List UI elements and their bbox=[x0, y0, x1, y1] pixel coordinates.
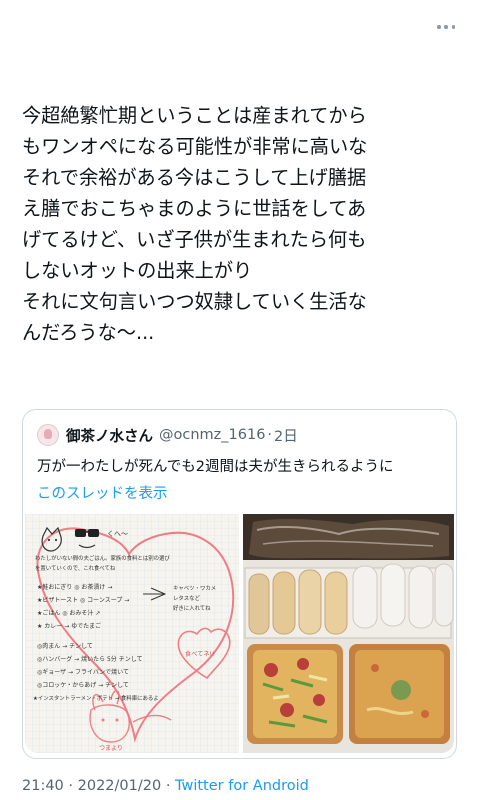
tweet-text-line: もワンオペになる可能性が非常に高いな bbox=[22, 135, 368, 158]
tweet-text-line: んだろうな〜... bbox=[22, 321, 155, 344]
note-item: ◎コロッケ・からあげ → チンして bbox=[37, 681, 129, 689]
tweet-text-line: げてるけど、いざ子供が生まれたら何も bbox=[22, 228, 367, 251]
note-item: ★ピザトースト ◎ コーンスープ → bbox=[37, 597, 129, 604]
note-item: ★インスタントラーメン・ポテト → 食料庫にあるよ bbox=[33, 694, 159, 702]
tweet-text-line: 今超絶繁忙期ということは産まれてから bbox=[22, 104, 367, 127]
quoted-tweet-header: 御茶ノ水さん @ocnmz_1616 · 2日 bbox=[37, 424, 298, 446]
more-dot-icon bbox=[451, 25, 455, 29]
food-image bbox=[243, 514, 454, 753]
tweet-text-line: それに文句言いつつ奴隷していく生活な bbox=[22, 290, 367, 313]
note-item: ★ カレー → ゆでたまご bbox=[37, 622, 101, 630]
more-dot-icon bbox=[444, 25, 448, 29]
tweet-text-line: しないオットの出来上がり bbox=[22, 259, 253, 282]
note-item: ◎ギョーザ → フライパンで焼いて bbox=[37, 668, 129, 676]
pizza-toast-right bbox=[349, 644, 450, 744]
quoted-tweet-text: 万が一わたしが死んでも2週間は夫が生きられるように bbox=[37, 459, 394, 475]
note-item: ◎ハンバーグ → 焼いたら 5分 チンして bbox=[37, 655, 143, 663]
separator: · bbox=[68, 778, 74, 794]
food-photo[interactable] bbox=[243, 514, 454, 753]
tweet-text: 今超絶繁忙期ということは産まれてから もワンオペになる可能性が非常に高いな それ… bbox=[22, 100, 462, 348]
note-intro-line: を置いていくので、これ食べてね bbox=[35, 564, 116, 572]
note-heart-text: 食べてネ!! bbox=[185, 650, 214, 658]
tweet-meta: 21:40 · 2022/01/20 · Twitter for Android bbox=[22, 778, 309, 794]
handwritten-note-image: くへ〜 わたしがいない間の夫ごはん。家族の食料とは別の選び を置いていくので、こ… bbox=[25, 514, 239, 753]
more-dot-icon bbox=[437, 25, 441, 29]
note-side-line: 好きに入れてね bbox=[173, 604, 211, 612]
avatar[interactable] bbox=[37, 424, 59, 446]
note-greeting: くへ〜 bbox=[107, 530, 128, 538]
more-options-button[interactable] bbox=[437, 24, 455, 30]
quoted-author-handle[interactable]: @ocnmz_1616 bbox=[159, 427, 265, 443]
note-item: ★鮭おにぎり ◎ お茶漬け → bbox=[37, 583, 112, 591]
tweet-time: 21:40 bbox=[22, 778, 64, 794]
note-item: ★ごはん ◎ おみそ汁 ↗ bbox=[37, 609, 100, 617]
tweet-text-line: それで余裕がある今はこうして上げ膳据 bbox=[22, 166, 367, 189]
note-side-line: レタスなど bbox=[173, 594, 201, 602]
note-intro-line: わたしがいない間の夫ごはん。家族の食料とは別の選び bbox=[35, 554, 170, 562]
note-item: ◎肉まん → チンして bbox=[37, 642, 93, 650]
quoted-tweet-date: 2日 bbox=[274, 428, 298, 445]
note-side-line: キャベツ・ワカメ bbox=[173, 585, 216, 592]
tweet-date: 2022/01/20 bbox=[77, 778, 162, 794]
separator: · bbox=[267, 427, 273, 443]
note-signature: つまより bbox=[99, 745, 123, 752]
show-thread-link[interactable]: このスレッドを表示 bbox=[37, 482, 168, 503]
handwritten-note-photo[interactable]: くへ〜 わたしがいない間の夫ごはん。家族の食料とは別の選び を置いていくので、こ… bbox=[25, 514, 239, 753]
tweet-source-link[interactable]: Twitter for Android bbox=[175, 778, 309, 794]
tweet-text-line: え膳でおこちゃまのように世話をしてあ bbox=[22, 197, 367, 220]
quoted-tweet-card[interactable]: 御茶ノ水さん @ocnmz_1616 · 2日 万が一わたしが死んでも2週間は夫… bbox=[22, 409, 457, 759]
separator: · bbox=[165, 778, 171, 794]
pizza-toast-left bbox=[247, 644, 343, 744]
quoted-author-name[interactable]: 御茶ノ水さん bbox=[66, 425, 153, 446]
